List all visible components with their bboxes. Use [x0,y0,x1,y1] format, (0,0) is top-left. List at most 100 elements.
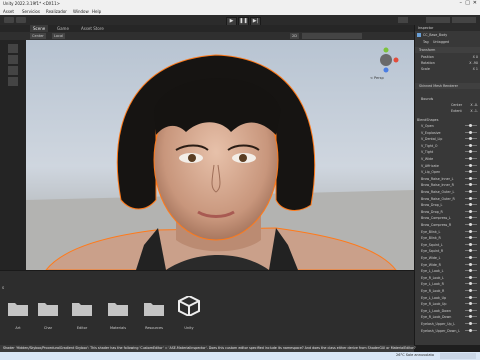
character-render [26,47,414,270]
effects-icon[interactable] [326,33,338,39]
pivot-dropdown[interactable]: Center [30,33,46,39]
unity-logo-icon[interactable] [178,296,200,316]
blendshape-row: V_Lip_Open [415,169,480,175]
blendshape-slider-knob[interactable] [469,289,472,292]
blendshape-slider-knob[interactable] [469,242,472,246]
blendshape-slider-knob[interactable] [469,223,472,226]
menu-window[interactable]: Window [73,9,89,14]
folder-icon[interactable] [8,300,28,316]
move-tool-icon[interactable] [8,55,18,64]
tab-scene[interactable]: Scene [30,25,49,32]
blendshape-label: V_Affricate [421,163,439,168]
cloud-icon[interactable] [16,17,26,23]
blendshape-label: Eye_Wide_L [421,256,441,260]
search-icon[interactable] [398,17,408,23]
transform-row-value[interactable]: X 1 [473,66,478,72]
scene-tab-bar: Scene Game Asset Store [0,25,414,32]
blendshape-slider-knob[interactable] [469,262,472,266]
audio-icon[interactable] [314,33,326,39]
blendshape-label: Eyelash_Upper_Down_L [421,328,460,333]
blendshape-slider-knob[interactable] [469,157,472,160]
scene-viewport[interactable]: < Persp [26,40,414,270]
2d-toggle[interactable]: 2D [290,33,299,39]
transform-header[interactable]: Transform [415,47,480,53]
layout-dropdown[interactable] [452,17,476,23]
blendshape-slider-knob[interactable] [469,163,472,167]
blendshape-slider-knob[interactable] [469,282,472,286]
space-dropdown[interactable]: Local [52,33,66,39]
blendshape-slider-knob[interactable] [469,183,472,187]
blendshape-slider-knob[interactable] [469,150,472,154]
menu-asset[interactable]: Asset [3,9,14,14]
renderer-header-label: Skinned Mesh Renderer [419,84,459,88]
persp-label[interactable]: < Persp [370,76,384,80]
minimize-icon[interactable]: – [460,0,463,6]
blendshape-slider-knob[interactable] [469,190,472,193]
folder-icon[interactable] [72,300,92,316]
blendshape-slider-knob[interactable] [469,308,472,312]
blendshape-slider-knob[interactable] [469,130,472,134]
blendshape-slider-knob[interactable] [469,216,472,220]
menu-servicios[interactable]: Servicios [22,9,40,14]
weather-status[interactable]: 26°C Sole annuvolato [396,353,434,357]
blendshape-slider-knob[interactable] [469,322,472,325]
blendshape-row: Brow_Raise_Inner_R [415,182,480,188]
blendshape-slider-knob[interactable] [469,143,472,147]
close-icon[interactable]: ✕ [473,0,477,6]
blendshape-row: Eye_R_Look_Up [415,301,480,307]
inspector-tab[interactable]: Inspector [415,25,480,31]
layers-dropdown[interactable] [426,17,450,23]
menu-realizador[interactable]: Realizador [46,9,67,14]
menu-help[interactable]: Help [92,9,101,14]
blendshape-slider-knob[interactable] [469,229,472,233]
blendshape-slider-knob[interactable] [469,137,472,141]
system-tray[interactable] [440,353,476,359]
tag-dropdown[interactable]: Untagged [433,39,449,45]
blendshape-slider-knob[interactable] [469,302,472,306]
blendshape-slider-knob[interactable] [469,196,472,200]
blendshape-slider-knob[interactable] [469,176,472,180]
folder-icon[interactable] [144,300,164,316]
account-icon[interactable] [4,17,14,23]
blendshape-slider-knob[interactable] [469,256,472,259]
blendshape-slider-knob[interactable] [469,295,472,299]
blendshape-row: Brow_Raise_Outer_R [415,196,480,202]
blendshape-label: V_Wide [421,157,434,161]
renderer-header[interactable]: Skinned Mesh Renderer [415,83,480,89]
object-name-field[interactable]: CC_Base_Body [423,32,447,38]
blendshape-row: V_Tight_O [415,143,480,149]
transform-row: Scale X 1 [415,66,480,72]
camera-icon[interactable] [338,33,350,39]
hand-tool-icon[interactable] [8,44,18,53]
tab-asset-store[interactable]: Asset Store [78,25,107,32]
project-panel-label: s [2,285,5,290]
bounds-extent-value[interactable]: X -1. [470,108,478,114]
blendshape-slider-knob[interactable] [469,209,472,213]
blendshape-label: Eye_R_Look_Up [421,302,447,307]
console-status-bar[interactable]: Shader 'Hidden/Skybox/ProceduralGradient… [0,345,416,352]
blendshape-label: Brow_Raise_Outer_L [421,190,455,194]
folder-icon[interactable] [38,300,58,316]
blendshape-slider-knob[interactable] [469,203,472,207]
blendshape-slider-knob[interactable] [469,328,472,332]
scene-options-bar: Center Local 2D [0,32,414,40]
folder-icon[interactable] [108,300,128,316]
blendshape-slider-knob[interactable] [469,275,472,279]
blendshape-slider-knob[interactable] [469,249,472,253]
lighting-icon[interactable] [302,33,314,39]
blendshape-label: V_Lip_Open [421,170,441,175]
blendshape-slider-knob[interactable] [469,236,472,240]
blendshape-slider-knob[interactable] [469,124,472,127]
gizmos-icon[interactable] [350,33,362,39]
blendshape-label: V_Explosive [421,130,441,135]
tab-game[interactable]: Game [54,25,72,32]
blendshape-label: Eye_R_Look_R [421,289,445,293]
blendshape-slider-knob[interactable] [469,269,472,273]
bounds-extent-label: Extent [451,109,462,113]
blendshape-slider-knob[interactable] [469,170,472,174]
rotate-tool-icon[interactable] [8,66,18,75]
blendshape-slider-knob[interactable] [469,315,472,319]
maximize-icon[interactable]: □ [465,0,470,6]
scale-tool-icon[interactable] [8,77,18,86]
blendshape-label: Eye_L_Look_L [421,269,444,274]
